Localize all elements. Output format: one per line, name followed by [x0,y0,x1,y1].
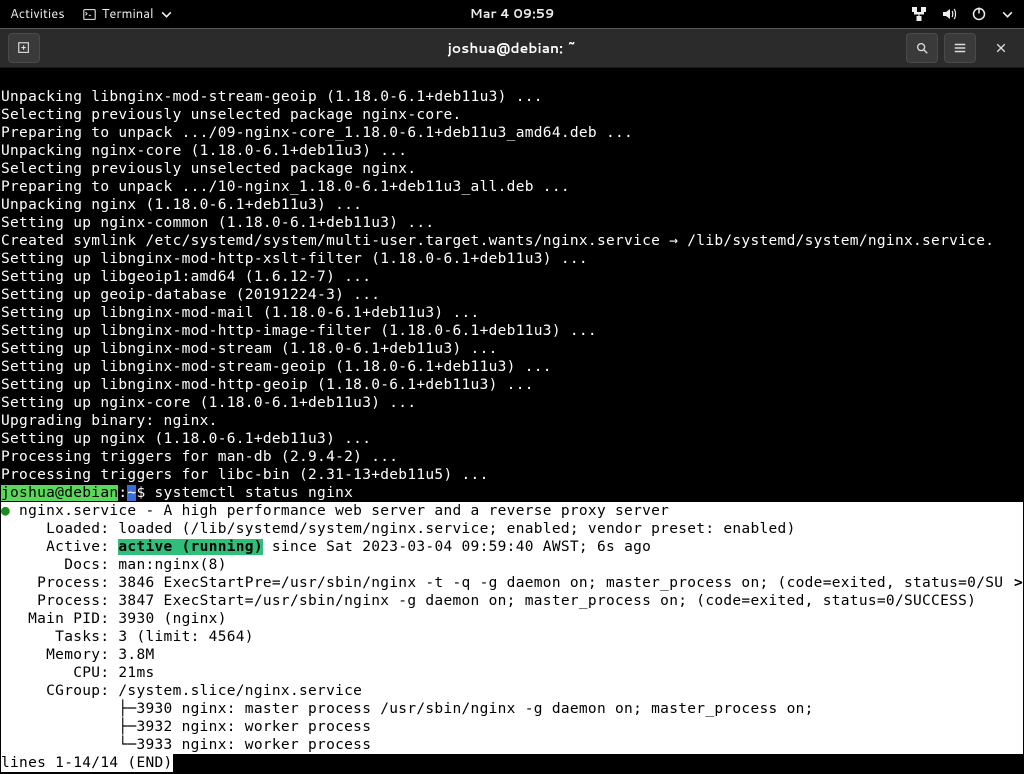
terminal-output-line: Unpacking nginx (1.18.0-6.1+deb11u3) ... [1,196,1023,214]
terminal-output-line: Processing triggers for libc-bin (2.31-1… [1,466,1023,484]
pager-status: lines 1-14/14 (END) [1,754,173,772]
cursor [173,755,182,771]
terminal-output-line: Upgrading binary: nginx. [1,412,1023,430]
terminal-output-line: Preparing to unpack .../09-nginx-core_1.… [1,124,1023,142]
terminal-output-line: Created symlink /etc/systemd/system/mult… [1,232,1023,250]
terminal-output-line: Unpacking nginx-core (1.18.0-6.1+deb11u3… [1,142,1023,160]
terminal-output-line: Preparing to unpack .../10-nginx_1.18.0-… [1,178,1023,196]
activities-button[interactable]: Activities [10,5,65,23]
terminal-output-line: Selecting previously unselected package … [1,160,1023,178]
systemctl-status-output: ● nginx.service - A high performance web… [1,502,1023,754]
prompt-path: ~ [127,485,136,501]
volume-icon [941,6,957,22]
app-menu[interactable]: Terminal [83,5,173,23]
terminal-icon [83,8,96,21]
command-text: systemctl status nginx [155,485,354,501]
chevron-down-icon [1001,8,1014,21]
gnome-top-bar: Activities Terminal Mar 4 09:59 [0,0,1024,28]
new-tab-button[interactable] [8,33,40,63]
terminal-output-line: Unpacking libnginx-mod-stream-geoip (1.1… [1,88,1023,106]
search-button[interactable] [906,33,938,63]
status-active-value: active (running) [118,539,262,555]
window-titlebar: joshua@debian: ~ [0,28,1024,68]
terminal-content[interactable]: Unpacking libnginx-mod-stream-geoip (1.1… [0,68,1024,774]
close-button[interactable] [986,33,1016,63]
terminal-output-line: Selecting previously unselected package … [1,106,1023,124]
terminal-output-line: Setting up nginx (1.18.0-6.1+deb11u3) ..… [1,430,1023,448]
terminal-output-line: Setting up libnginx-mod-stream (1.18.0-6… [1,340,1023,358]
clock[interactable]: Mar 4 09:59 [470,5,555,23]
terminal-output-line: Processing triggers for man-db (2.9.4-2)… [1,448,1023,466]
terminal-output-line: Setting up libnginx-mod-stream-geoip (1.… [1,358,1023,376]
terminal-output-line: Setting up nginx-common (1.18.0-6.1+deb1… [1,214,1023,232]
hamburger-menu-button[interactable] [944,33,976,63]
terminal-output-line: Setting up libnginx-mod-http-xslt-filter… [1,250,1023,268]
prompt-user: joshua@debian [1,485,118,501]
power-icon [971,6,987,22]
chevron-down-icon [160,8,173,21]
window-title: joshua@debian: ~ [448,38,577,58]
scroll-right-indicator: > [1014,574,1023,592]
terminal-output-line: Setting up nginx-core (1.18.0-6.1+deb11u… [1,394,1023,412]
system-tray[interactable] [911,6,1014,22]
terminal-output-line: Setting up libnginx-mod-mail (1.18.0-6.1… [1,304,1023,322]
terminal-output-line: Setting up libgeoip1:amd64 (1.6.12-7) ..… [1,268,1023,286]
app-menu-label: Terminal [102,5,154,23]
terminal-output-line: Setting up geoip-database (20191224-3) .… [1,286,1023,304]
terminal-output-line: Setting up libnginx-mod-http-geoip (1.18… [1,376,1023,394]
network-icon [911,6,927,22]
terminal-output-line: Setting up libnginx-mod-http-image-filte… [1,322,1023,340]
